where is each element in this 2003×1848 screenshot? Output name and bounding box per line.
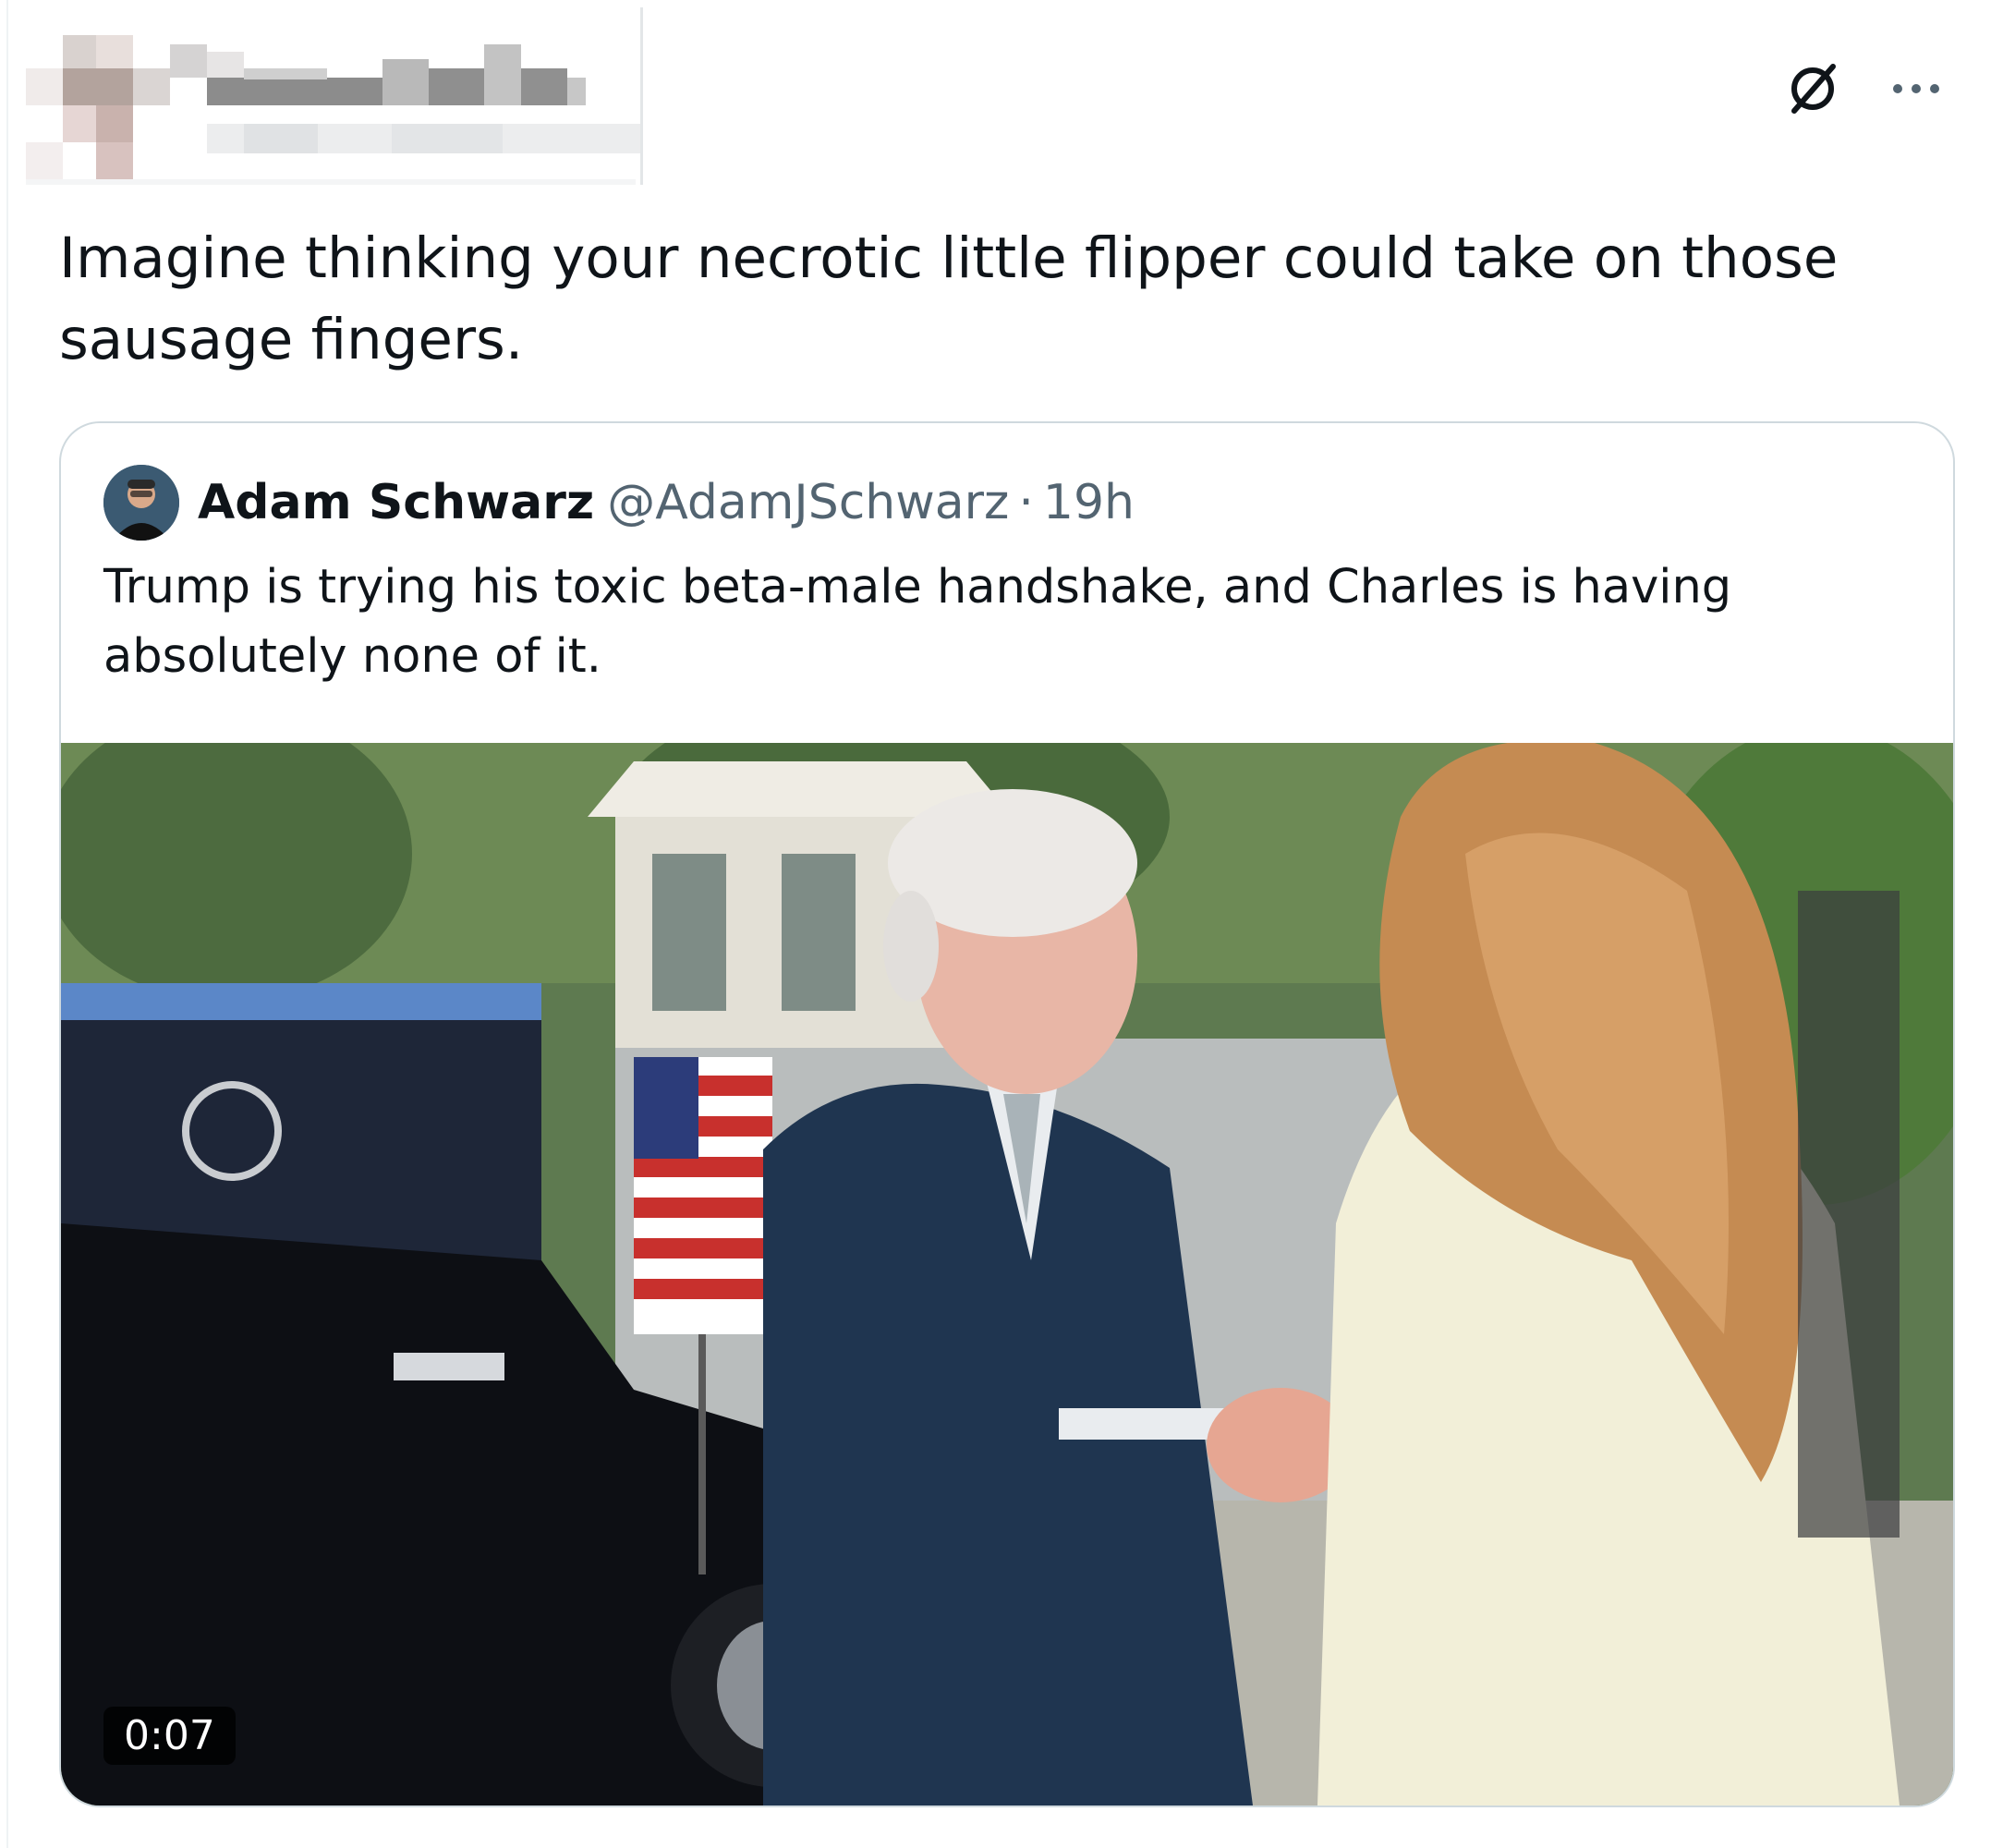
redacted-pixel [207,52,244,78]
video-player[interactable]: 0:07 [61,743,1953,1805]
redacted-pixel [63,68,133,105]
post-text: Imagine thinking your necrotic little fl… [59,225,1839,372]
redacted-pixel [63,35,96,68]
redacted-pixel [392,124,503,153]
quoted-tweet-text: Trump is trying his toxic beta-male hand… [103,560,1732,684]
quoted-tweet-header: Adam Schwarz @AdamJSchwarz · 19h [103,460,1135,545]
redacted-pixel [63,105,96,142]
redacted-author-header[interactable] [26,7,643,185]
redacted-pixel [26,179,636,185]
redacted-pixel [207,78,382,105]
post-header-actions [1779,55,1949,122]
redacted-pixel [26,68,63,105]
more-dots-icon[interactable] [1883,55,1949,122]
redacted-pixel [521,68,567,105]
column-border [6,0,8,1848]
redacted-pixel [244,68,327,79]
redacted-pixel [96,105,133,142]
redacted-pixel [170,44,207,78]
redacted-pixel [133,68,170,105]
video-duration-badge: 0:07 [103,1707,236,1765]
redacted-pixel [484,44,521,105]
redacted-pixel [96,142,133,179]
avatar[interactable] [103,465,179,541]
redacted-pixel [244,124,318,153]
grok-slash-circle-icon[interactable] [1779,55,1846,122]
separator-dot: · [1018,475,1034,530]
redacted-pixel [567,78,586,105]
quoted-author-handle[interactable]: @AdamJSchwarz [607,475,1009,530]
redacted-pixel [382,59,429,105]
redacted-pixel [26,142,63,179]
quoted-author-name[interactable]: Adam Schwarz [198,475,594,530]
redacted-pixel [429,68,484,105]
video-frame [61,743,1953,1805]
quoted-timestamp[interactable]: 19h [1043,475,1135,530]
quoted-tweet-card[interactable]: Adam Schwarz @AdamJSchwarz · 19h Trump i… [59,421,1955,1807]
redacted-divider [640,7,643,185]
